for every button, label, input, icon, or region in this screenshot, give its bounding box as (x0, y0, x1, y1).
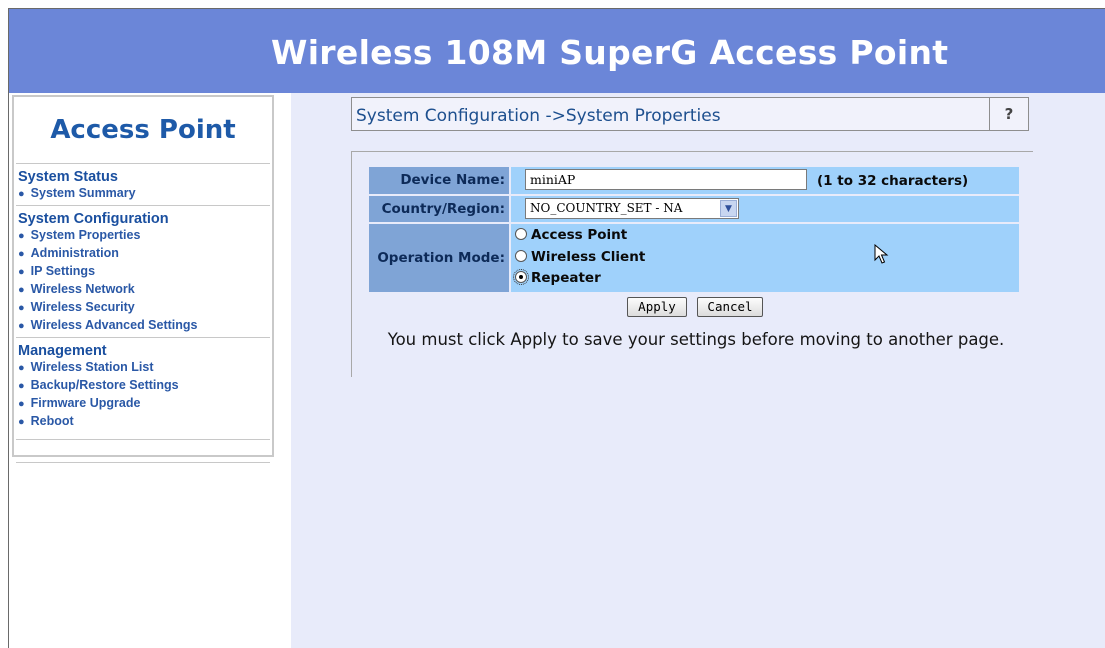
sidebar-item-label: Backup/Restore Settings (30, 378, 179, 392)
sidebar-item-firmware-upgrade[interactable]: ● Firmware Upgrade (18, 395, 268, 413)
cancel-button[interactable]: Cancel (697, 297, 763, 317)
radio-label: Access Point (531, 227, 628, 243)
sidebar-item-wireless-network[interactable]: ● Wireless Network (18, 281, 268, 299)
sidebar-item-system-properties[interactable]: ● System Properties (18, 227, 268, 245)
nav-group-management: Management ● Wireless Station List ● Backu… (14, 338, 272, 433)
panel-border-left (351, 151, 352, 377)
radio-repeater[interactable]: Repeater (513, 269, 601, 290)
sidebar-item-label: Firmware Upgrade (30, 396, 141, 410)
header-banner: Wireless 108M SuperG Access Point (9, 9, 1105, 93)
main-content: System Configuration ->System Properties… (291, 93, 1105, 648)
save-notice: You must click Apply to save your settin… (387, 330, 1005, 349)
sidebar-item-wireless-advanced-settings[interactable]: ● Wireless Advanced Settings (18, 317, 268, 335)
panel-border-top (351, 151, 1033, 152)
bullet-icon: ● (18, 248, 25, 260)
sidebar-item-label: System Summary (30, 186, 136, 200)
sidebar-item-wireless-station-list[interactable]: ● Wireless Station List (18, 359, 268, 377)
nav-group-title: Management (18, 343, 107, 359)
country-region-cell: NO_COUNTRY_SET - NA ▼ (511, 196, 1019, 222)
nav-group-system-status: System Status ● System Summary (14, 164, 272, 205)
radio-access-point[interactable]: Access Point (515, 227, 627, 247)
device-name-hint: (1 to 32 characters) (817, 173, 969, 189)
radio-wireless-client[interactable]: Wireless Client (515, 249, 645, 269)
page-header-title: Wireless 108M SuperG Access Point (271, 33, 949, 72)
bullet-icon: ● (18, 266, 25, 278)
breadcrumb-text: System Configuration ->System Properties (356, 106, 721, 126)
divider (16, 439, 270, 440)
operation-mode-row: Operation Mode: Access Point Wireless Cl… (369, 224, 1019, 292)
bullet-icon: ● (18, 302, 25, 314)
sidebar-item-wireless-security[interactable]: ● Wireless Security (18, 299, 268, 317)
sidebar-item-label: Wireless Advanced Settings (30, 318, 198, 332)
bullet-icon: ● (18, 230, 25, 242)
sidebar-item-system-summary[interactable]: ● System Summary (18, 185, 268, 203)
device-name-cell: (1 to 32 characters) (511, 167, 1019, 194)
radio-button-selected[interactable] (513, 269, 529, 285)
bullet-icon: ● (18, 380, 25, 392)
country-region-label: Country/Region: (369, 196, 509, 222)
bullet-icon: ● (18, 416, 25, 428)
sidebar-item-label: System Properties (30, 228, 141, 242)
nav-group-title: System Configuration (18, 211, 169, 227)
sidebar-item-administration[interactable]: ● Administration (18, 245, 268, 263)
radio-label: Repeater (531, 270, 601, 286)
sidebar-item-label: Wireless Network (30, 282, 135, 296)
sidebar-item-label: Administration (30, 246, 119, 260)
chevron-down-icon[interactable]: ▼ (720, 200, 737, 217)
sidebar-item-label: Reboot (30, 414, 74, 428)
breadcrumb: System Configuration ->System Properties… (351, 97, 1029, 131)
country-region-value: NO_COUNTRY_SET - NA (530, 201, 683, 215)
bullet-icon: ● (18, 398, 25, 410)
sidebar-area: Access Point System Status ● System Summa… (9, 93, 291, 648)
device-name-row: Device Name: (1 to 32 characters) (369, 167, 1019, 194)
divider (16, 462, 270, 463)
radio-button[interactable] (515, 250, 527, 262)
bullet-icon: ● (18, 188, 25, 200)
apply-button[interactable]: Apply (627, 297, 687, 317)
sidebar-item-label: IP Settings (30, 264, 96, 278)
radio-label: Wireless Client (531, 249, 646, 265)
sidebar-menu: Access Point System Status ● System Summa… (12, 95, 274, 463)
sidebar-item-label: Wireless Security (30, 300, 135, 314)
sidebar-item-label: Wireless Station List (30, 360, 154, 374)
operation-mode-cell: Access Point Wireless Client Repeater (511, 224, 1019, 292)
mouse-pointer-icon (874, 244, 889, 264)
country-region-select[interactable]: NO_COUNTRY_SET - NA ▼ (525, 198, 739, 219)
bullet-icon: ● (18, 320, 25, 332)
device-name-input[interactable] (525, 169, 807, 190)
nav-group-title: System Status (18, 169, 118, 185)
bullet-icon: ● (18, 284, 25, 296)
device-name-label: Device Name: (369, 167, 509, 194)
sidebar-title: Access Point (50, 115, 236, 145)
operation-mode-label: Operation Mode: (369, 224, 509, 292)
country-region-row: Country/Region: NO_COUNTRY_SET - NA ▼ (369, 196, 1019, 222)
bullet-icon: ● (18, 362, 25, 374)
sidebar-item-reboot[interactable]: ● Reboot (18, 413, 268, 431)
browser-frame: Wireless 108M SuperG Access Point Access… (8, 8, 1105, 648)
radio-button[interactable] (515, 228, 527, 240)
help-button[interactable]: ? (989, 98, 1028, 130)
sidebar-item-ip-settings[interactable]: ● IP Settings (18, 263, 268, 281)
nav-group-system-configuration: System Configuration ● System Properties … (14, 206, 272, 337)
sidebar-item-backup-restore-settings[interactable]: ● Backup/Restore Settings (18, 377, 268, 395)
